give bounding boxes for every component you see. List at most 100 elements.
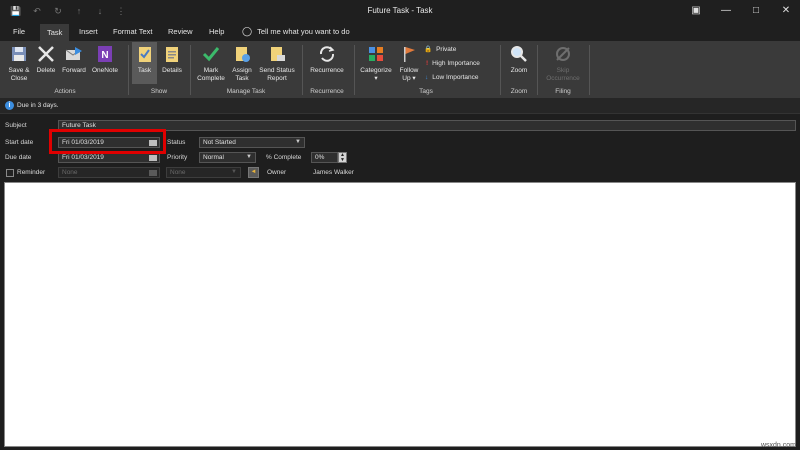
send-status-report-button[interactable]: Send Status Report	[256, 44, 298, 83]
high-importance-label: High Importance	[432, 60, 480, 67]
skip-occurrence-icon	[556, 47, 570, 61]
calendar-icon[interactable]	[149, 155, 157, 161]
skip-occurrence-button[interactable]: Skip Occurrence	[541, 44, 585, 83]
details-button[interactable]: Details	[158, 44, 186, 75]
percent-spinner[interactable]: ▲ ▼	[338, 152, 347, 163]
calendar-icon[interactable]	[149, 170, 157, 176]
ribbon: Save & Close Delete Forward N OneNote Ac…	[0, 41, 800, 98]
reminder-label: Reminder	[17, 169, 46, 176]
follow-up-label-2: Up	[402, 75, 411, 82]
details-icon	[166, 47, 178, 62]
exclamation-icon: !	[426, 60, 429, 67]
title-bar: 💾 ↶ ↻ ↑ ↓ ⋮ Future Task - Task ▣ — □ ✕	[0, 0, 800, 24]
private-label: Private	[436, 45, 457, 53]
tab-help[interactable]: Help	[209, 27, 224, 36]
status-label: Status	[167, 139, 186, 146]
low-importance-label: Low Importance	[432, 74, 479, 81]
show-group-label: Show	[150, 88, 168, 95]
minimize-icon[interactable]: —	[718, 4, 734, 18]
ribbon-display-icon[interactable]: ▣	[688, 4, 704, 18]
actions-group-label: Actions	[54, 88, 76, 95]
forward-button[interactable]: Forward	[59, 44, 89, 75]
save-close-icon	[12, 47, 26, 61]
categorize-icon	[369, 47, 383, 61]
low-importance-button[interactable]: ↓ Low Importance	[425, 74, 479, 81]
magnifier-icon	[511, 46, 527, 62]
recurrence-group-label: Recurrence	[310, 88, 344, 95]
skip-label-1: Skip	[556, 67, 570, 74]
flag-icon	[404, 47, 415, 62]
priority-dropdown-icon: ▼	[246, 154, 252, 160]
assign-task-label-2: Task	[235, 75, 249, 82]
priority-select[interactable]: Normal ▼	[199, 152, 256, 163]
percent-complete-label: % Complete	[266, 154, 302, 161]
svg-text:N: N	[101, 50, 108, 61]
task-view-label: Task	[137, 67, 152, 74]
lightbulb-icon: ◯	[242, 26, 253, 36]
tab-insert[interactable]: Insert	[79, 27, 98, 36]
zoom-label: Zoom	[510, 67, 528, 74]
reminder-time-dropdown-icon: ▼	[231, 169, 237, 175]
tab-review[interactable]: Review	[168, 27, 193, 36]
filing-group-label: Filing	[555, 88, 571, 95]
tab-task[interactable]: Task	[40, 24, 70, 41]
skip-label-2: Occurrence	[546, 75, 580, 82]
percent-complete-value: 0%	[315, 154, 325, 161]
assign-task-label-1: Assign	[232, 67, 252, 74]
assign-task-icon	[236, 47, 250, 62]
reminder-checkbox[interactable]	[6, 169, 14, 177]
onenote-label: OneNote	[91, 67, 119, 74]
watermark: wsxdn.com	[760, 442, 796, 449]
send-status-label-1: Send Status	[259, 67, 295, 74]
mark-complete-button[interactable]: Mark Complete	[194, 44, 228, 83]
start-date-highlight-box	[49, 129, 166, 154]
checkmark-icon	[202, 47, 220, 62]
subject-input[interactable]: Future Task	[58, 120, 796, 131]
mark-complete-label-2: Complete	[197, 75, 225, 82]
delete-label: Delete	[36, 67, 56, 74]
delete-button[interactable]: Delete	[34, 44, 58, 75]
recurrence-label: Recurrence	[310, 67, 344, 74]
categorize-label: Categorize	[360, 67, 392, 74]
save-close-label-2: Close	[10, 75, 28, 82]
tab-file[interactable]: File	[13, 27, 25, 36]
info-text: Due in 3 days.	[17, 102, 59, 109]
follow-up-button[interactable]: Follow Up ▾	[397, 44, 421, 83]
info-icon: i	[5, 101, 14, 110]
down-arrow-low-icon: ↓	[425, 74, 429, 81]
details-label: Details	[162, 67, 182, 74]
categorize-button[interactable]: Categorize ▾	[357, 44, 395, 83]
reminder-time-select[interactable]: None ▼	[166, 167, 241, 178]
forward-icon	[65, 47, 82, 60]
task-notes-editor[interactable]	[4, 182, 796, 447]
onenote-icon: N	[98, 46, 112, 62]
tell-me-box[interactable]: ◯ Tell me what you want to do	[242, 26, 350, 37]
maximize-icon[interactable]: □	[748, 4, 764, 18]
reminder-sound-icon[interactable]: ◄	[248, 167, 259, 178]
reminder-time-value: None	[170, 169, 186, 176]
priority-value: Normal	[203, 154, 224, 161]
ribbon-tabs: File Task Insert Format Text Review Help…	[0, 24, 800, 41]
send-status-label-2: Report	[267, 75, 287, 82]
follow-up-dropdown-icon: ▾	[412, 75, 416, 82]
reminder-date-input[interactable]: None	[58, 167, 160, 178]
categorize-dropdown-icon: ▾	[374, 75, 378, 82]
recurrence-button[interactable]: Recurrence	[306, 44, 348, 75]
high-importance-button[interactable]: ! High Importance	[426, 60, 480, 67]
subject-label: Subject	[5, 122, 27, 129]
private-button[interactable]: 🔒 Private	[424, 45, 457, 54]
task-view-button[interactable]: Task	[132, 42, 157, 84]
owner-label: Owner	[267, 169, 287, 176]
save-close-button[interactable]: Save & Close	[5, 44, 33, 83]
delete-icon	[38, 46, 54, 62]
close-icon[interactable]: ✕	[778, 4, 794, 18]
tab-format-text[interactable]: Format Text	[113, 27, 152, 36]
owner-value: James Walker	[313, 169, 354, 176]
assign-task-button[interactable]: Assign Task	[229, 44, 255, 83]
task-icon	[139, 47, 151, 62]
status-dropdown-icon: ▼	[295, 139, 301, 145]
zoom-button[interactable]: Zoom	[505, 44, 533, 75]
status-select[interactable]: Not Started ▼	[199, 137, 305, 148]
percent-complete-input[interactable]: 0%	[311, 152, 338, 163]
onenote-button[interactable]: N OneNote	[89, 44, 121, 75]
